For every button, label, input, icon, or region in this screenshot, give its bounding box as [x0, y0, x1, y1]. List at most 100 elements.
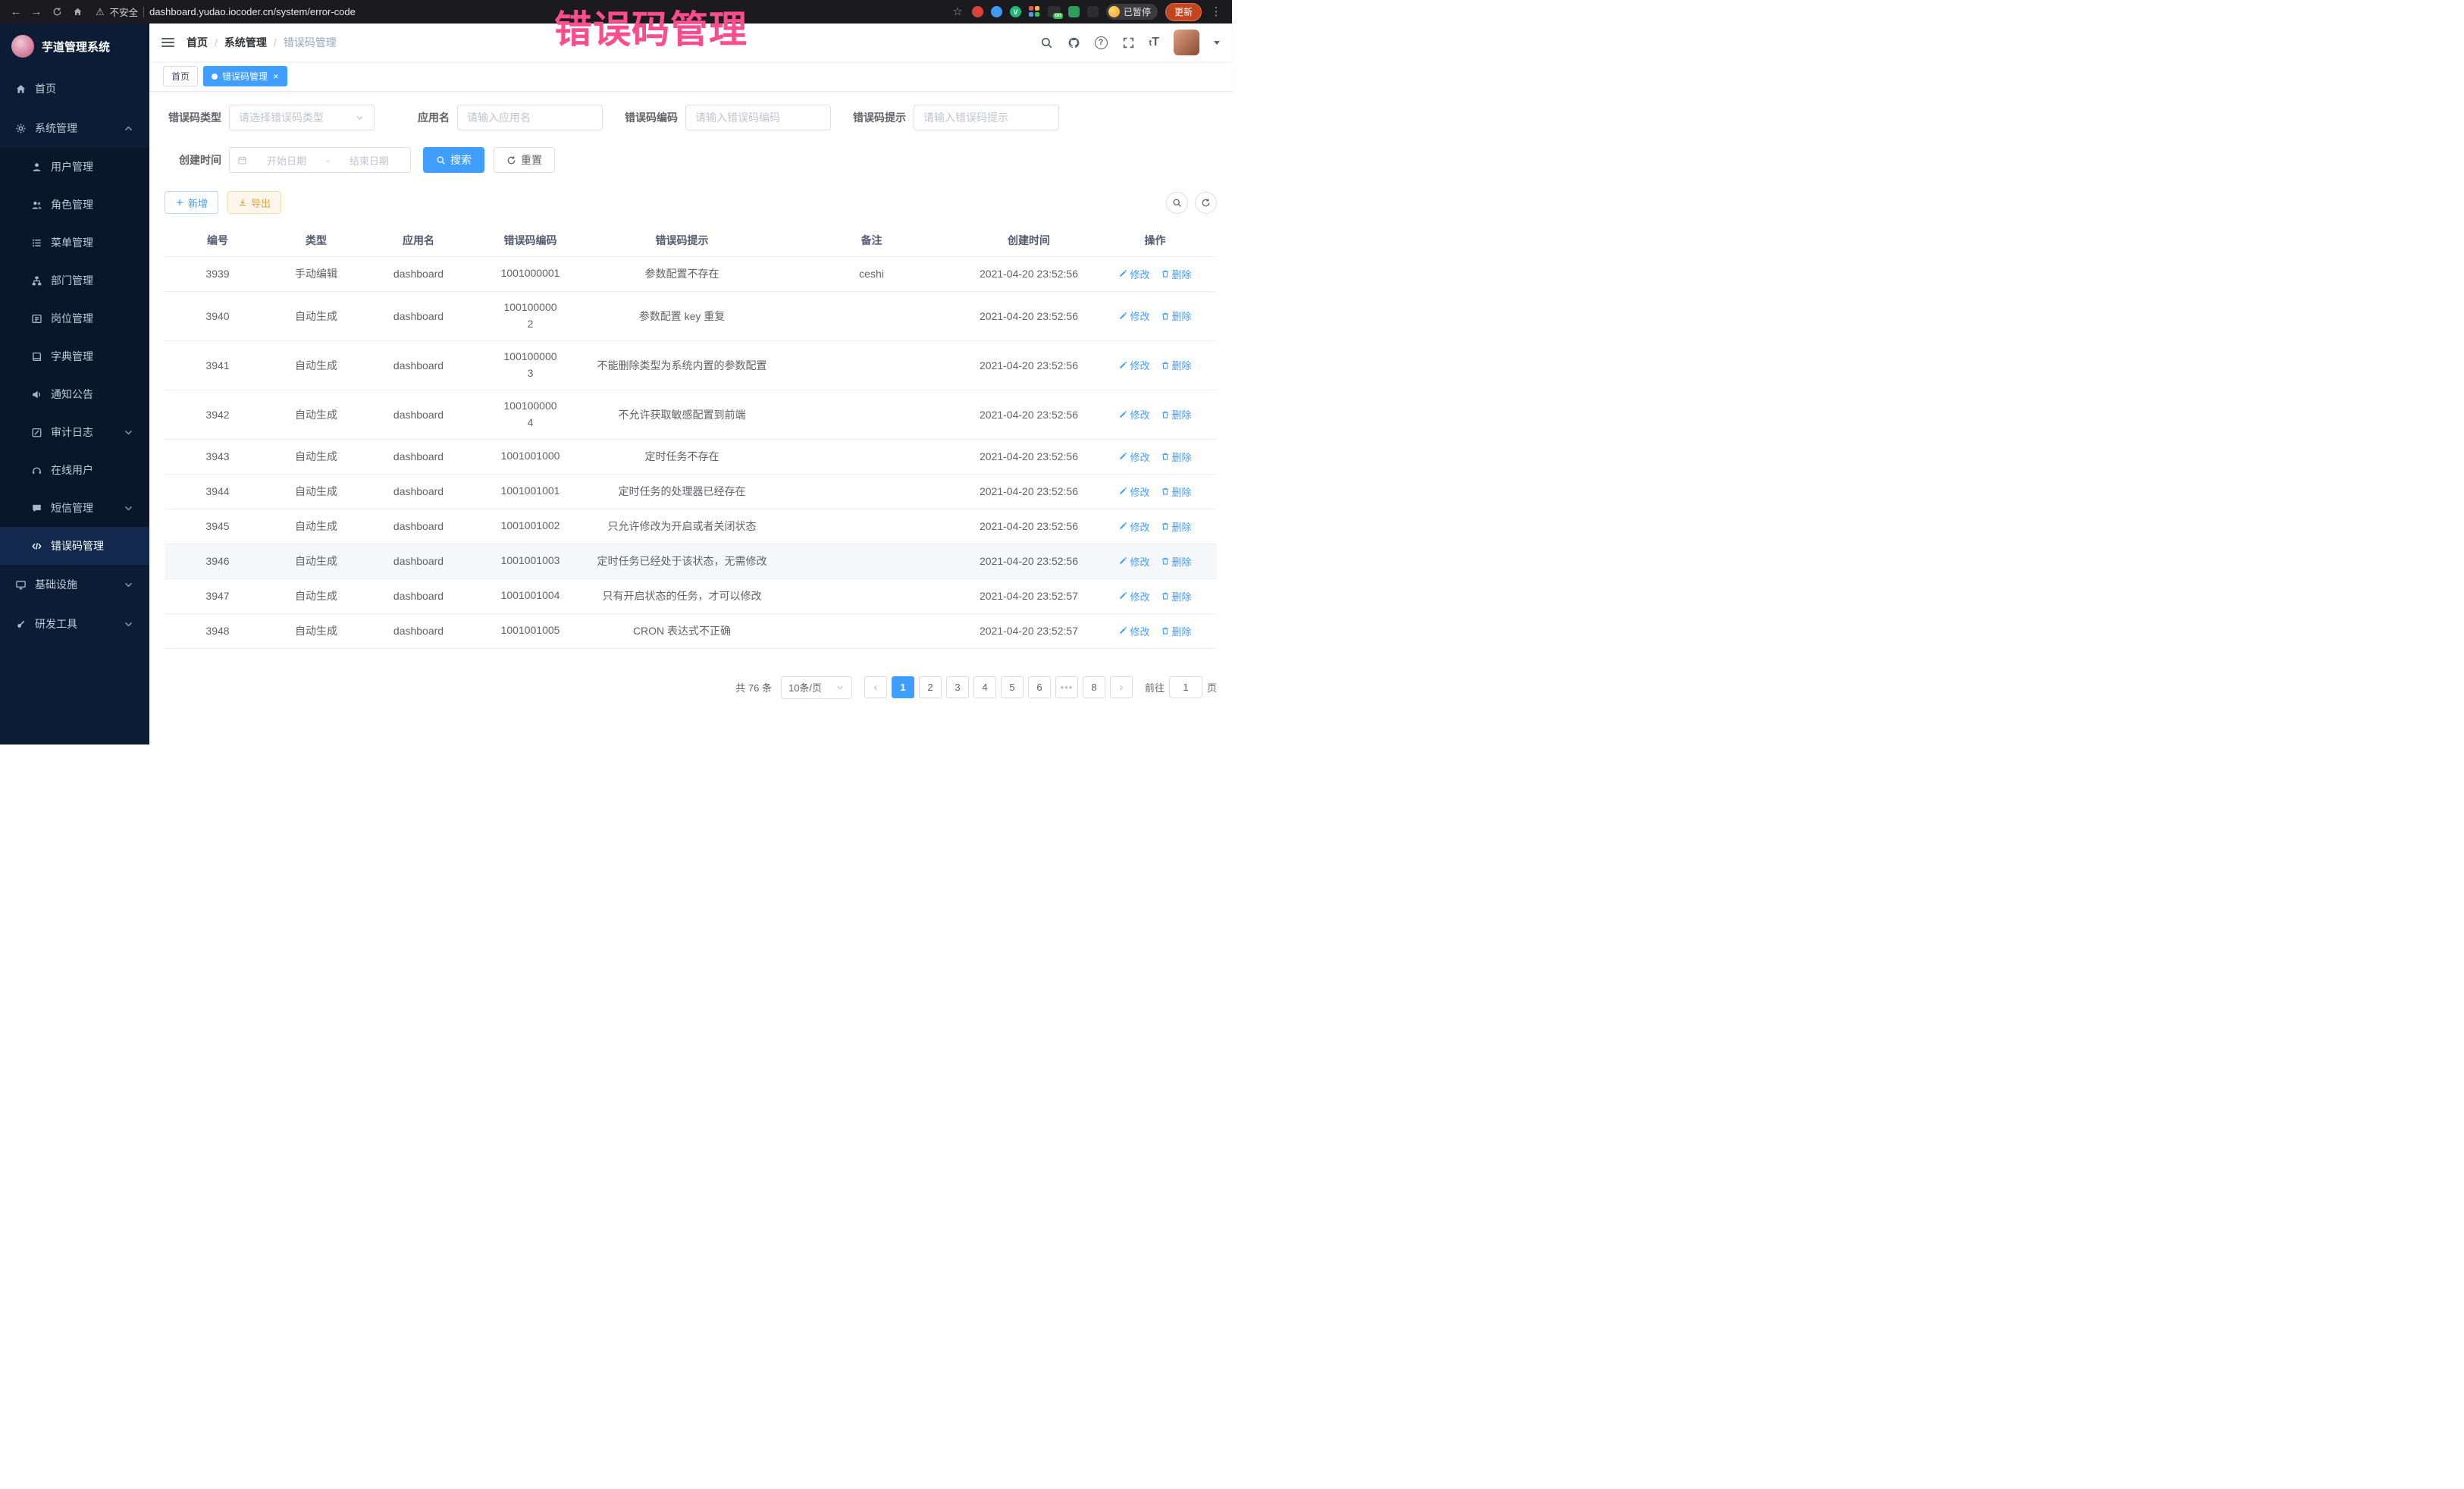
tab-home[interactable]: 首页 — [163, 66, 198, 86]
next-page-button[interactable]: › — [1110, 676, 1133, 698]
breadcrumb-system[interactable]: 系统管理 — [224, 35, 267, 50]
error-hint-input[interactable] — [914, 105, 1059, 130]
profile-chip[interactable]: 已暂停 — [1106, 4, 1158, 20]
vue-devtools-icon[interactable]: V — [1010, 6, 1021, 17]
browser-actions: ☆ V on 已暂停 更新 ⋮ — [951, 3, 1223, 21]
sidebar-item-infra[interactable]: 基础设施 — [0, 565, 149, 604]
extension-icon-blue-drop[interactable] — [991, 6, 1002, 17]
reset-button[interactable]: 重置 — [494, 147, 555, 173]
prev-page-button[interactable]: ‹ — [864, 676, 887, 698]
caret-down-icon[interactable] — [1214, 41, 1220, 45]
browser-home-button[interactable] — [71, 7, 84, 17]
edit-link[interactable]: 修改 — [1118, 309, 1149, 323]
help-icon[interactable]: ? — [1095, 36, 1108, 49]
page-button-1[interactable]: 1 — [892, 676, 914, 698]
extension-icon-dark[interactable] — [1087, 6, 1099, 17]
delete-link[interactable]: 删除 — [1161, 450, 1192, 464]
export-button[interactable]: 导出 — [227, 191, 281, 214]
avatar[interactable] — [1174, 30, 1199, 55]
sidebar-item-sms[interactable]: 短信管理 — [0, 489, 149, 527]
trash-icon — [1161, 452, 1170, 461]
github-icon[interactable] — [1067, 36, 1080, 49]
gear-icon — [15, 123, 27, 134]
fullscreen-icon[interactable] — [1122, 36, 1135, 49]
edit-link[interactable]: 修改 — [1118, 267, 1149, 281]
font-size-icon[interactable]: tT — [1149, 36, 1159, 49]
delete-link[interactable]: 删除 — [1161, 519, 1192, 534]
edit-link[interactable]: 修改 — [1118, 519, 1149, 534]
page-button-6[interactable]: 6 — [1028, 676, 1051, 698]
delete-link[interactable]: 删除 — [1161, 624, 1192, 638]
delete-link[interactable]: 删除 — [1161, 358, 1192, 372]
app-logo[interactable]: 芋道管理系统 — [0, 24, 149, 69]
delete-link[interactable]: 删除 — [1161, 589, 1192, 603]
search-icon[interactable] — [1040, 36, 1053, 49]
search-button[interactable]: 搜索 — [423, 147, 484, 173]
sidebar-item-audit-log[interactable]: 审计日志 — [0, 413, 149, 451]
page-button-3[interactable]: 3 — [946, 676, 969, 698]
app-name-input[interactable] — [457, 105, 603, 130]
book-icon — [31, 351, 42, 362]
hamburger-icon[interactable] — [161, 38, 174, 47]
refresh-table-button[interactable] — [1195, 192, 1217, 214]
sidebar-item-menu[interactable]: 菜单管理 — [0, 224, 149, 262]
sidebar-item-post[interactable]: 岗位管理 — [0, 299, 149, 337]
monitor-icon — [15, 579, 27, 591]
delete-link[interactable]: 删除 — [1161, 554, 1192, 569]
delete-link[interactable]: 删除 — [1161, 407, 1192, 422]
date-range-picker[interactable]: 开始日期 - 结束日期 — [229, 147, 411, 173]
tags-bar: 首页 错误码管理 × — [149, 61, 1232, 92]
table-row: 3940 自动生成 dashboard 100100000 2 参数配置 key… — [165, 291, 1217, 340]
breadcrumb-home[interactable]: 首页 — [187, 35, 208, 50]
page-ellipsis-button[interactable]: ••• — [1055, 676, 1078, 698]
close-icon[interactable]: × — [273, 71, 279, 81]
edit-link[interactable]: 修改 — [1118, 407, 1149, 422]
trash-icon — [1161, 522, 1170, 531]
tab-error-code[interactable]: 错误码管理 × — [203, 66, 287, 86]
error-code-input[interactable] — [685, 105, 831, 130]
edit-link[interactable]: 修改 — [1118, 358, 1149, 372]
menu-kebab-icon[interactable]: ⋮ — [1209, 6, 1223, 17]
sidebar-item-dashboard[interactable]: 首页 — [0, 69, 149, 108]
sidebar-item-dev-tools[interactable]: 研发工具 — [0, 604, 149, 644]
edit-link[interactable]: 修改 — [1118, 484, 1149, 499]
pagination-total: 共 76 条 — [735, 680, 772, 694]
address-bar[interactable]: ⚠ 不安全 dashboard.yudao.iocoder.cn/system/… — [91, 5, 944, 19]
sidebar-item-dict[interactable]: 字典管理 — [0, 337, 149, 375]
extension-icon-green[interactable] — [1068, 6, 1080, 17]
page-button-8[interactable]: 8 — [1083, 676, 1105, 698]
extension-icon-red[interactable] — [972, 6, 983, 17]
plus-icon — [175, 198, 184, 207]
sidebar-item-role[interactable]: 角色管理 — [0, 186, 149, 224]
delete-link[interactable]: 删除 — [1161, 309, 1192, 323]
page-button-2[interactable]: 2 — [919, 676, 942, 698]
back-button[interactable]: ← — [9, 6, 23, 17]
edit-link[interactable]: 修改 — [1118, 554, 1149, 569]
bookmark-star-icon[interactable]: ☆ — [951, 6, 964, 17]
delete-link[interactable]: 删除 — [1161, 484, 1192, 499]
security-label: 不安全 — [110, 5, 139, 19]
toggle-search-button[interactable] — [1166, 192, 1188, 214]
add-button[interactable]: 新增 — [165, 191, 218, 214]
extension-icon-grid[interactable] — [1029, 6, 1040, 17]
sidebar-item-online-user[interactable]: 在线用户 — [0, 451, 149, 489]
sidebar-item-dept[interactable]: 部门管理 — [0, 262, 149, 299]
page-size-select[interactable]: 10条/页 — [781, 676, 852, 699]
page-button-4[interactable]: 4 — [973, 676, 996, 698]
sidebar-item-error-code[interactable]: 错误码管理 — [0, 527, 149, 565]
sidebar-item-user[interactable]: 用户管理 — [0, 148, 149, 186]
sidebar-item-system[interactable]: 系统管理 — [0, 108, 149, 148]
goto-page-input[interactable] — [1169, 676, 1202, 698]
extension-icon-on-badge[interactable]: on — [1048, 6, 1061, 17]
delete-link[interactable]: 删除 — [1161, 267, 1192, 281]
update-button[interactable]: 更新 — [1165, 3, 1202, 21]
reload-button[interactable] — [50, 7, 64, 17]
sidebar-item-notice[interactable]: 通知公告 — [0, 375, 149, 413]
edit-link[interactable]: 修改 — [1118, 589, 1149, 603]
error-type-select[interactable]: 请选择错误码类型 — [229, 105, 375, 130]
edit-link[interactable]: 修改 — [1118, 450, 1149, 464]
table-row: 3942 自动生成 dashboard 100100000 4 不允许获取敏感配… — [165, 390, 1217, 439]
forward-button[interactable]: → — [30, 6, 43, 17]
page-button-5[interactable]: 5 — [1001, 676, 1024, 698]
edit-link[interactable]: 修改 — [1118, 624, 1149, 638]
